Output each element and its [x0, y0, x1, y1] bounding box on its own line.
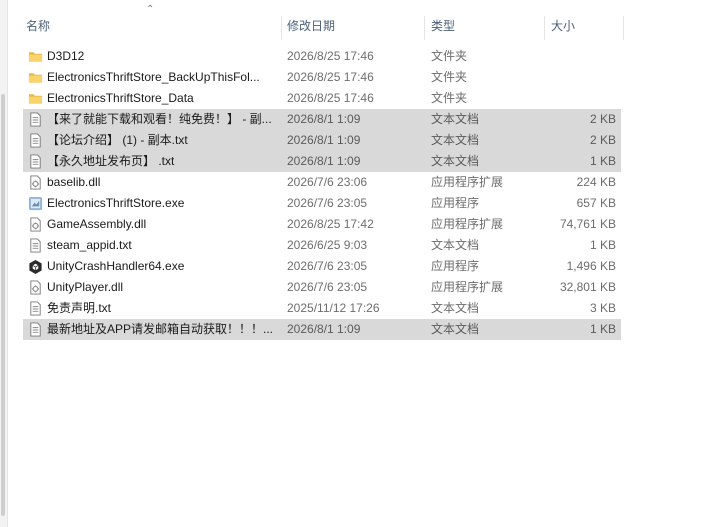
file-type: 文件夹: [431, 91, 468, 105]
file-size: 1,496 KB: [566, 259, 616, 273]
text-file-icon: [28, 322, 43, 337]
text-file-icon: [28, 133, 43, 148]
file-size: 1 KB: [589, 154, 616, 168]
file-size: [543, 67, 616, 88]
folder-icon: [28, 70, 43, 85]
file-type: 文本文档: [431, 112, 480, 126]
file-name: 免责声明.txt: [47, 301, 112, 315]
text-file-icon: [28, 154, 43, 169]
file-size: [543, 88, 616, 109]
scrollbar[interactable]: [0, 0, 8, 527]
text-file-icon: [28, 112, 43, 127]
file-date: 2026/8/25 17:46: [287, 49, 374, 63]
column-header-date[interactable]: 修改日期: [287, 10, 422, 40]
text-file-icon: [28, 238, 43, 253]
file-type: 文件夹: [431, 49, 468, 63]
file-type: 应用程序扩展: [431, 175, 504, 189]
file-date: 2025/11/12 17:26: [287, 301, 380, 315]
file-row[interactable]: 免责声明.txt 2025/11/12 17:26 文本文档 3 KB: [23, 298, 621, 319]
file-type: 应用程序: [431, 259, 480, 273]
file-name: baselib.dll: [47, 175, 101, 189]
file-type: 文本文档: [431, 322, 480, 336]
file-date: 2026/8/1 1:09: [287, 322, 361, 336]
column-header-bar: ⌃ 名称 修改日期 类型 大小: [8, 5, 701, 40]
file-name: GameAssembly.dll: [47, 217, 147, 231]
file-row[interactable]: ElectronicsThriftStore_BackUpThisFol... 2…: [23, 67, 621, 88]
file-size: 2 KB: [589, 133, 616, 147]
folder-icon: [28, 91, 43, 106]
text-file-icon: [28, 301, 43, 316]
file-name: UnityCrashHandler64.exe: [47, 259, 185, 273]
file-row[interactable]: steam_appid.txt 2026/6/25 9:03 文本文档 1 KB: [23, 235, 621, 256]
file-name: ElectronicsThriftStore_Data: [47, 91, 194, 105]
file-row[interactable]: 【来了就能下载和观看！纯免费！】 - 副... 2026/8/1 1:09 文本文档…: [23, 109, 621, 130]
column-header-type[interactable]: 类型: [431, 10, 541, 40]
file-date: 2026/8/25 17:46: [287, 70, 374, 84]
column-header-size[interactable]: 大小: [551, 10, 621, 40]
file-name: ElectronicsThriftStore_BackUpThisFol...: [47, 70, 260, 84]
file-name: 【来了就能下载和观看！纯免费！】 - 副...: [47, 112, 272, 126]
folder-icon: [28, 49, 43, 64]
column-divider[interactable]: [281, 16, 282, 40]
file-name: ElectronicsThriftStore.exe: [47, 196, 185, 210]
scrollbar-thumb[interactable]: [1, 94, 5, 516]
file-row[interactable]: D3D12 2026/8/25 17:46 文件夹: [23, 46, 621, 67]
file-size: 74,761 KB: [559, 217, 616, 231]
game-exe-icon: [28, 196, 43, 211]
file-size: 657 KB: [576, 196, 616, 210]
file-row[interactable]: UnityPlayer.dll 2026/7/6 23:05 应用程序扩展 32,80…: [23, 277, 621, 298]
file-type: 文本文档: [431, 301, 480, 315]
file-type: 文件夹: [431, 70, 468, 84]
file-row[interactable]: ElectronicsThriftStore_Data 2026/8/25 17:…: [23, 88, 621, 109]
unity-exe-icon: [28, 259, 43, 274]
file-date: 2026/7/6 23:05: [287, 280, 368, 294]
file-type: 文本文档: [431, 133, 480, 147]
dll-file-icon: [28, 280, 43, 295]
file-size: 224 KB: [576, 175, 616, 189]
file-date: 2026/8/25 17:42: [287, 217, 374, 231]
file-type: 文本文档: [431, 238, 480, 252]
file-date: 2026/7/6 23:05: [287, 259, 368, 273]
file-type: 应用程序: [431, 196, 480, 210]
dll-file-icon: [28, 217, 43, 232]
dll-file-icon: [28, 175, 43, 190]
file-date: 2026/8/1 1:09: [287, 112, 361, 126]
file-type: 应用程序扩展: [431, 280, 504, 294]
file-name: UnityPlayer.dll: [47, 280, 124, 294]
file-date: 2026/8/1 1:09: [287, 133, 361, 147]
file-size: 1 KB: [589, 322, 616, 336]
file-size: 3 KB: [589, 301, 616, 315]
file-date: 2026/8/1 1:09: [287, 154, 361, 168]
file-row[interactable]: 最新地址及APP请发邮箱自动获取！！！... 2026/8/1 1:09 文本文档 1…: [23, 319, 621, 340]
file-date: 2026/7/6 23:05: [287, 196, 368, 210]
file-name: 【论坛介绍】 (1) - 副本.txt: [47, 133, 188, 147]
file-row[interactable]: baselib.dll 2026/7/6 23:06 应用程序扩展 224 KB: [23, 172, 621, 193]
file-date: 2026/8/25 17:46: [287, 91, 374, 105]
file-name: steam_appid.txt: [47, 238, 132, 252]
file-row[interactable]: GameAssembly.dll 2026/8/25 17:42 应用程序扩展 74,…: [23, 214, 621, 235]
file-name: 【永久地址发布页】 .txt: [47, 154, 175, 168]
file-date: 2026/6/25 9:03: [287, 238, 368, 252]
file-row[interactable]: ElectronicsThriftStore.exe 2026/7/6 23:05…: [23, 193, 621, 214]
file-name: 最新地址及APP请发邮箱自动获取！！！...: [47, 322, 274, 336]
column-divider[interactable]: [544, 16, 545, 40]
file-size: 2 KB: [589, 112, 616, 126]
file-size: [543, 46, 616, 67]
file-size: 32,801 KB: [559, 280, 616, 294]
file-size: 1 KB: [589, 238, 616, 252]
file-date: 2026/7/6 23:06: [287, 175, 368, 189]
column-divider[interactable]: [424, 16, 425, 40]
file-type: 文本文档: [431, 154, 480, 168]
file-row[interactable]: 【永久地址发布页】 .txt 2026/8/1 1:09 文本文档 1 KB: [23, 151, 621, 172]
file-name: D3D12: [47, 49, 85, 63]
column-divider[interactable]: [623, 16, 624, 40]
file-row[interactable]: 【论坛介绍】 (1) - 副本.txt 2026/8/1 1:09 文本文档 2 KB: [23, 130, 621, 151]
file-type: 应用程序扩展: [431, 217, 504, 231]
column-header-name[interactable]: 名称: [26, 10, 281, 40]
file-list: D3D12 2026/8/25 17:46 文件夹 ElectronicsThrift…: [23, 46, 621, 340]
file-row[interactable]: UnityCrashHandler64.exe 2026/7/6 23:05 应用程…: [23, 256, 621, 277]
